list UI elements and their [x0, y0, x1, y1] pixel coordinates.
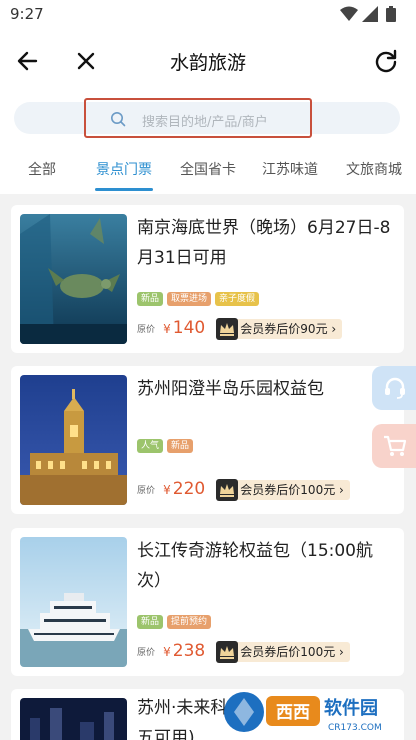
product-tags: 新品 提前预约: [137, 615, 215, 629]
product-title: 南京海底世界（晚场）6月27日-8月31日可用: [137, 218, 391, 268]
price-row: 原价 ¥238 会员券后价100元 ›: [137, 641, 350, 663]
tag-badge: 亲子度假: [215, 292, 260, 306]
member-price-text: 会员券后价100元: [240, 645, 336, 659]
tag-badge: 新品: [137, 292, 164, 306]
tab-all[interactable]: 全部: [28, 159, 56, 179]
chevron-right-icon: ›: [331, 322, 337, 336]
tab-scenic-tickets[interactable]: 景点门票: [96, 159, 152, 179]
member-price-badge[interactable]: 会员券后价100元 ›: [216, 641, 350, 663]
cellular-signal-icon: [362, 6, 378, 22]
price-value: ¥220: [163, 479, 206, 499]
original-price-label: 原价: [137, 648, 156, 658]
tag-badge: 新品: [167, 439, 194, 453]
status-icons: [326, 6, 396, 22]
product-image-cruise: [20, 537, 127, 667]
search-bar: 搜索目的地/产品/商户: [0, 92, 416, 144]
page-title: 水韵旅游: [169, 52, 246, 74]
product-image-palace: [20, 375, 127, 505]
category-tabs: 全部 景点门票 全国省卡 江苏味道 文旅商城: [0, 144, 416, 194]
watermark-logo-text: 西西: [276, 703, 310, 723]
chevron-right-icon: ›: [339, 483, 344, 497]
crown-icon: [216, 641, 239, 663]
member-price-text: 会员券后价90元: [240, 322, 328, 336]
original-price-label: 原价: [137, 325, 156, 335]
tab-culture-mall[interactable]: 文旅商城: [346, 159, 402, 179]
price-row: 原价 ¥140 会员券后价90元 ›: [137, 318, 343, 340]
product-card[interactable]: 苏州阳澄半岛乐园权益包 人气 新品 原价 ¥220 会员券后价100元 ›: [11, 366, 404, 514]
search-placeholder: 搜索目的地/产品/商户: [142, 115, 268, 130]
watermark-brand: 软件园: [324, 697, 378, 719]
original-price-label: 原价: [137, 486, 156, 496]
product-card[interactable]: 长江传奇游轮权益包（15:00航次） 新品 提前预约 原价 ¥238 会员券后价1…: [11, 528, 404, 676]
tab-national-card[interactable]: 全国省卡: [180, 159, 236, 179]
watermark-logo: 西西 软件园 CR173.COM: [220, 686, 400, 736]
price-value: ¥238: [163, 641, 206, 661]
nav-bar: 水韵旅游: [0, 30, 416, 92]
price-row: 原价 ¥220 会员券后价100元 ›: [137, 479, 350, 501]
tag-badge: 新品: [137, 615, 164, 629]
status-time: 9:27: [10, 5, 44, 23]
product-tags: 人气 新品: [137, 439, 197, 453]
watermark-site: CR173.COM: [328, 723, 382, 733]
crown-icon: [216, 479, 239, 501]
product-title: 长江传奇游轮权益包（15:00航次）: [137, 541, 373, 591]
tag-badge: 取票进场: [167, 292, 212, 306]
tab-jiangsu-flavor[interactable]: 江苏味道: [262, 159, 318, 179]
member-price-text: 会员券后价100元: [240, 483, 336, 497]
crown-icon: [216, 318, 239, 340]
product-tags: 新品 取票进场 亲子度假: [137, 292, 263, 306]
tag-badge: 人气: [137, 439, 164, 453]
cart-icon: [384, 435, 407, 456]
close-icon[interactable]: [72, 47, 100, 75]
refresh-icon[interactable]: [372, 47, 400, 75]
wifi-icon: [340, 6, 358, 21]
tag-badge: 提前预约: [167, 615, 212, 629]
product-card[interactable]: 南京海底世界（晚场）6月27日-8月31日可用 新品 取票进场 亲子度假 原价 ¥1…: [11, 205, 404, 353]
headset-icon: [385, 377, 405, 399]
search-input[interactable]: 搜索目的地/产品/商户: [84, 98, 312, 138]
product-image-city: [20, 698, 127, 740]
product-title: 苏州阳澄半岛乐园权益包: [137, 379, 324, 399]
arrow-left-icon[interactable]: [14, 47, 42, 75]
chevron-right-icon: ›: [339, 645, 344, 659]
active-tab-indicator: [95, 188, 153, 191]
price-value: ¥140: [163, 318, 206, 338]
search-icon: [111, 112, 126, 127]
status-bar: 9:27: [0, 0, 416, 30]
member-price-badge[interactable]: 会员券后价90元 ›: [216, 318, 343, 340]
member-price-badge[interactable]: 会员券后价100元 ›: [216, 479, 350, 501]
customer-service-button[interactable]: [372, 366, 416, 410]
battery-icon: [386, 6, 396, 22]
product-image-aquarium: [20, 214, 127, 344]
cart-button[interactable]: [372, 424, 416, 468]
